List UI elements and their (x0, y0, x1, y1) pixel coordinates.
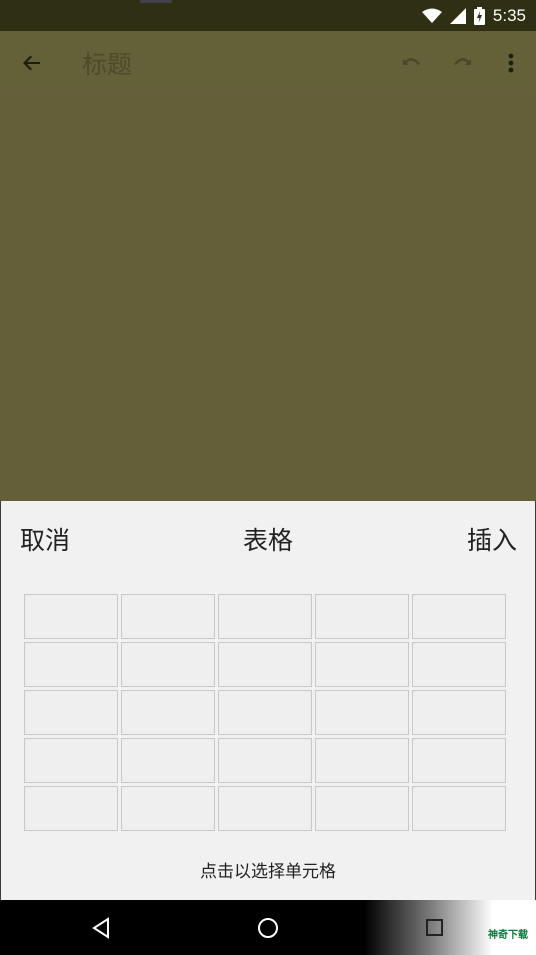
grid-cells[interactable] (24, 594, 514, 831)
grid-cell[interactable] (121, 738, 215, 783)
grid-cell[interactable] (412, 690, 506, 735)
table-size-grid[interactable] (24, 594, 514, 831)
insert-button[interactable]: 插入 (467, 521, 517, 557)
grid-cell[interactable] (218, 690, 312, 735)
wifi-icon (421, 8, 442, 24)
navigation-bar: 神奇下载 (0, 900, 536, 955)
grid-cell[interactable] (412, 738, 506, 783)
more-options-icon[interactable] (497, 49, 525, 77)
grid-cell[interactable] (315, 690, 409, 735)
selection-hint: 点击以选择单元格 (200, 862, 336, 882)
grid-cell[interactable] (412, 786, 506, 831)
grid-cell[interactable] (218, 594, 312, 639)
grid-cell[interactable] (121, 690, 215, 735)
grid-cell[interactable] (24, 690, 118, 735)
status-indicator (140, 0, 172, 3)
grid-cell[interactable] (412, 594, 506, 639)
app-bar: 标题 (0, 31, 536, 94)
grid-cell[interactable] (24, 786, 118, 831)
home-nav-icon[interactable] (254, 914, 282, 942)
grid-cell[interactable] (24, 738, 118, 783)
status-bar: 5:35 (0, 0, 536, 31)
grid-cell[interactable] (315, 594, 409, 639)
grid-cell[interactable] (24, 594, 118, 639)
grid-cell[interactable] (315, 786, 409, 831)
grid-cell[interactable] (121, 594, 215, 639)
status-time: 5:35 (492, 6, 526, 25)
grid-cell[interactable] (412, 642, 506, 687)
grid-cell[interactable] (121, 642, 215, 687)
grid-cell[interactable] (218, 642, 312, 687)
cell-signal-icon (449, 8, 466, 24)
table-insert-sheet: 取消 表格 插入 点击以选择单元格 (0, 501, 536, 900)
grid-cell[interactable] (24, 642, 118, 687)
battery-icon (473, 7, 485, 25)
grid-cell[interactable] (121, 786, 215, 831)
back-nav-icon[interactable] (88, 914, 116, 942)
sheet-header: 取消 表格 插入 (1, 501, 535, 573)
back-arrow-icon[interactable] (18, 49, 46, 77)
sheet-title: 表格 (242, 526, 293, 555)
note-title[interactable]: 标题 (82, 45, 132, 81)
grid-cell[interactable] (218, 786, 312, 831)
undo-icon[interactable] (396, 49, 424, 77)
grid-cell[interactable] (315, 738, 409, 783)
editor-area (0, 94, 536, 501)
watermark-logo: 神奇下载 (488, 930, 528, 941)
grid-cell[interactable] (218, 738, 312, 783)
status-icons: 5:35 (421, 4, 526, 28)
recents-nav-icon[interactable] (420, 914, 448, 942)
redo-icon[interactable] (450, 49, 478, 77)
grid-cell[interactable] (315, 642, 409, 687)
